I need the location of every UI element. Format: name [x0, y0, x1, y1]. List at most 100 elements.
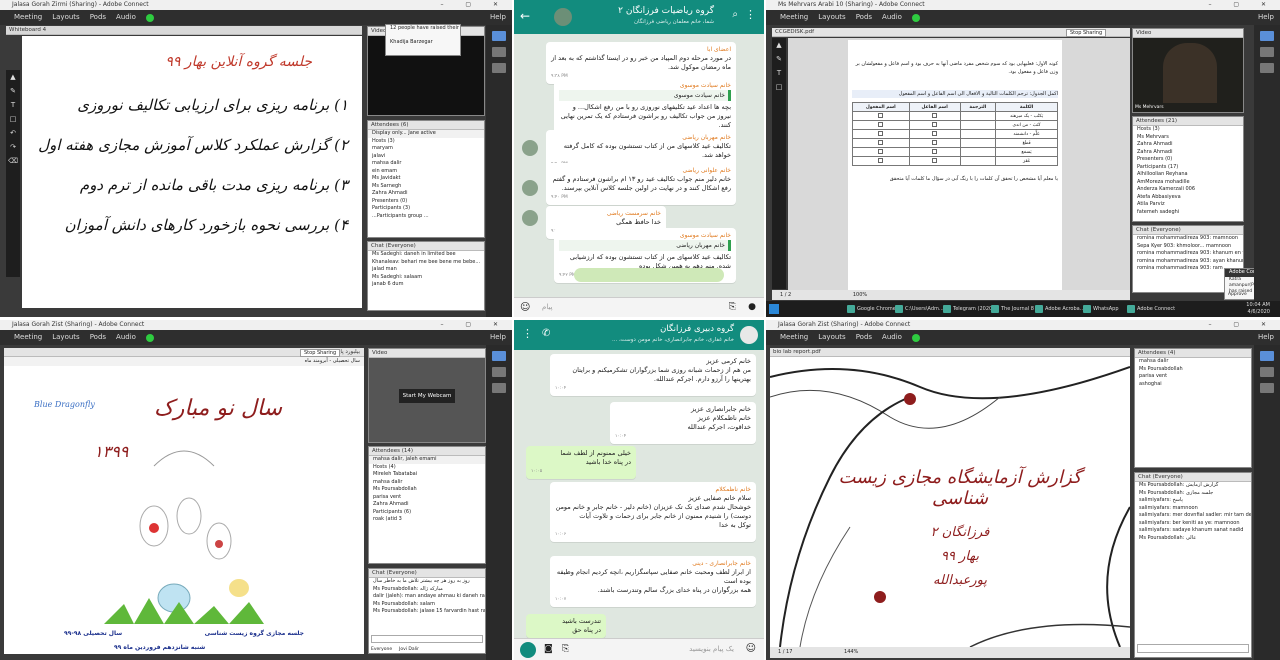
- group-title[interactable]: گروه ریاضیات فرزانگان ۲: [618, 6, 714, 16]
- quoted-message[interactable]: خانم سیادت موسوی: [559, 90, 731, 101]
- start-icon[interactable]: [769, 304, 779, 314]
- attendee-row[interactable]: Mireleh Tabatabai: [369, 471, 485, 479]
- menu-pods[interactable]: Pods: [856, 330, 872, 345]
- mic-status-icon[interactable]: [145, 333, 154, 342]
- clear-icon[interactable]: ⌫: [6, 154, 20, 168]
- attendee-row[interactable]: Hosts (4): [369, 464, 485, 472]
- sender-avatar[interactable]: [522, 210, 538, 226]
- attendees-filter[interactable]: Display only... Jane active: [368, 130, 484, 138]
- attendee-row[interactable]: AmMoreza mohadille: [1133, 179, 1243, 187]
- voice-note-bar[interactable]: [574, 268, 724, 282]
- start-webcam-button[interactable]: Start My Webcam: [399, 389, 455, 403]
- text-tool-icon[interactable]: T: [772, 66, 786, 80]
- sharing-layout-icon[interactable]: [1260, 351, 1274, 361]
- discussion-layout-icon[interactable]: [492, 47, 506, 57]
- select-tool-icon[interactable]: ▲: [772, 38, 786, 52]
- attendee-row[interactable]: Ms Javidakt: [368, 175, 484, 183]
- select-tool-icon[interactable]: ▲: [6, 70, 20, 84]
- emoji-icon[interactable]: ☺: [746, 643, 756, 654]
- undo-icon[interactable]: ↶: [6, 126, 20, 140]
- menu-meeting[interactable]: Meeting: [780, 330, 808, 345]
- chat-input[interactable]: [1137, 644, 1249, 653]
- attendees-filter[interactable]: mahsa dalir, jaleh emami: [369, 456, 485, 464]
- answer-checkbox[interactable]: [878, 121, 884, 127]
- collaboration-layout-icon[interactable]: [1260, 383, 1274, 393]
- shape-tool-icon[interactable]: □: [772, 80, 786, 94]
- attendee-row[interactable]: Atefa Abbasiyeva: [1133, 194, 1243, 202]
- chat-tab-private[interactable]: Jovi Dalir: [399, 647, 419, 652]
- answer-checkbox[interactable]: [932, 157, 938, 163]
- taskbar-item[interactable]: The Journal 8: [990, 304, 1034, 314]
- attendee-row[interactable]: Hosts (3): [1133, 126, 1243, 134]
- attendee-row[interactable]: roak (atid 3: [369, 516, 485, 524]
- menu-layouts[interactable]: Layouts: [818, 10, 845, 25]
- window-controls[interactable]: – ▢ ✕: [440, 0, 508, 10]
- menu-help[interactable]: Help: [1258, 330, 1274, 345]
- pen-tool-icon[interactable]: ✎: [6, 84, 20, 98]
- menu-pods[interactable]: Pods: [856, 10, 872, 25]
- collaboration-layout-icon[interactable]: [492, 383, 506, 393]
- attendee-row[interactable]: Anderza Kamerzali 006: [1133, 186, 1243, 194]
- window-controls[interactable]: – ▢ ✕: [1208, 0, 1276, 10]
- taskbar-item[interactable]: WhatsApp: [1082, 304, 1119, 314]
- message-bubble[interactable]: خانم جابرانصاری - دینی از ابراز لطف ومحب…: [550, 556, 756, 607]
- attendee-row[interactable]: Zahra Ahmadi: [1133, 141, 1243, 149]
- whiteboard-canvas[interactable]: جلسه گروه آنلاین بهار ۹۹ ۱) برنامه ریزی …: [22, 36, 362, 308]
- more-icon[interactable]: ⋮: [745, 8, 756, 21]
- menu-layouts[interactable]: Layouts: [52, 10, 79, 25]
- attendee-row[interactable]: Participants (3): [368, 205, 484, 213]
- menu-pods[interactable]: Pods: [90, 330, 106, 345]
- attendee-row[interactable]: ashoghai: [1135, 381, 1251, 389]
- stop-sharing-button[interactable]: Stop Sharing: [300, 349, 341, 357]
- call-icon[interactable]: ✆: [542, 328, 550, 339]
- taskbar-item[interactable]: Adobe Connect: [1126, 304, 1175, 314]
- attendee-row[interactable]: mahsa dalir: [369, 479, 485, 487]
- redo-icon[interactable]: ↷: [6, 140, 20, 154]
- attendee-row[interactable]: ...Participants group ...: [368, 213, 484, 221]
- menu-layouts[interactable]: Layouts: [52, 330, 79, 345]
- attach-icon[interactable]: ⎘: [729, 302, 736, 312]
- discussion-layout-icon[interactable]: [1260, 47, 1274, 57]
- sharing-layout-icon[interactable]: [492, 351, 506, 361]
- discussion-layout-icon[interactable]: [1260, 367, 1274, 377]
- camera-icon[interactable]: ◙: [544, 644, 553, 654]
- answer-checkbox[interactable]: [932, 130, 938, 136]
- attendee-row[interactable]: Presenters (0): [368, 198, 484, 206]
- mic-status-icon[interactable]: [911, 333, 920, 342]
- message-bubble[interactable]: خانم علوانی ریاضی خانم دلیر منم جواب تکا…: [546, 163, 736, 205]
- answer-checkbox[interactable]: [878, 112, 884, 118]
- message-bubble[interactable]: خانم جابرانصاری عزیز خانم ناظمکلام عزیز …: [610, 402, 756, 444]
- menu-audio[interactable]: Audio: [116, 330, 136, 345]
- message-bubble[interactable]: خانم کرمی عزیز من هم از زحمات شبانه روزی…: [550, 354, 756, 396]
- search-icon[interactable]: ⌕: [732, 9, 738, 20]
- window-controls[interactable]: – ▢ ✕: [1208, 320, 1276, 330]
- more-icon[interactable]: ⋮: [522, 327, 533, 340]
- attendee-row[interactable]: fatemeh sadeghi: [1133, 209, 1243, 217]
- clock[interactable]: 10:04 AM: [1246, 302, 1270, 308]
- attendee-row[interactable]: Participants (6): [369, 509, 485, 517]
- menu-audio[interactable]: Audio: [882, 10, 902, 25]
- attendee-row[interactable]: jalavi: [368, 153, 484, 161]
- attendee-row[interactable]: Ms Poursabdollah: [1135, 366, 1251, 374]
- answer-checkbox[interactable]: [932, 148, 938, 154]
- message-input[interactable]: ◙ ⎘ یک پیام بنویسید ☺: [514, 638, 764, 660]
- page-indicator[interactable]: 1 / 17: [778, 649, 792, 655]
- taskbar-item[interactable]: Google Chrome: [846, 304, 896, 314]
- attendee-row[interactable]: Atila Parviz: [1133, 201, 1243, 209]
- answer-checkbox[interactable]: [878, 157, 884, 163]
- collaboration-layout-icon[interactable]: [492, 63, 506, 73]
- quoted-message[interactable]: خانم مهربان ریاضی: [559, 240, 731, 251]
- attach-icon[interactable]: ⎘: [562, 644, 569, 654]
- sharing-layout-icon[interactable]: [1260, 31, 1274, 41]
- answer-checkbox[interactable]: [878, 139, 884, 145]
- zoom-select[interactable]: 100%: [853, 292, 867, 298]
- menu-help[interactable]: Help: [1258, 10, 1274, 25]
- attendee-row[interactable]: maryam: [368, 145, 484, 153]
- taskbar-item[interactable]: Adobe Acroba...: [1034, 304, 1085, 314]
- back-arrow-icon[interactable]: ←: [520, 9, 530, 23]
- text-tool-icon[interactable]: T: [6, 98, 20, 112]
- message-bubble-outgoing[interactable]: تندرست باشید در پناه حق: [526, 614, 606, 638]
- message-bubble-outgoing[interactable]: خیلی ممنونم از لطف شما در پناه خدا باشید…: [526, 446, 636, 479]
- menu-audio[interactable]: Audio: [116, 10, 136, 25]
- attendee-row[interactable]: Alhilloolian Reyhana: [1133, 171, 1243, 179]
